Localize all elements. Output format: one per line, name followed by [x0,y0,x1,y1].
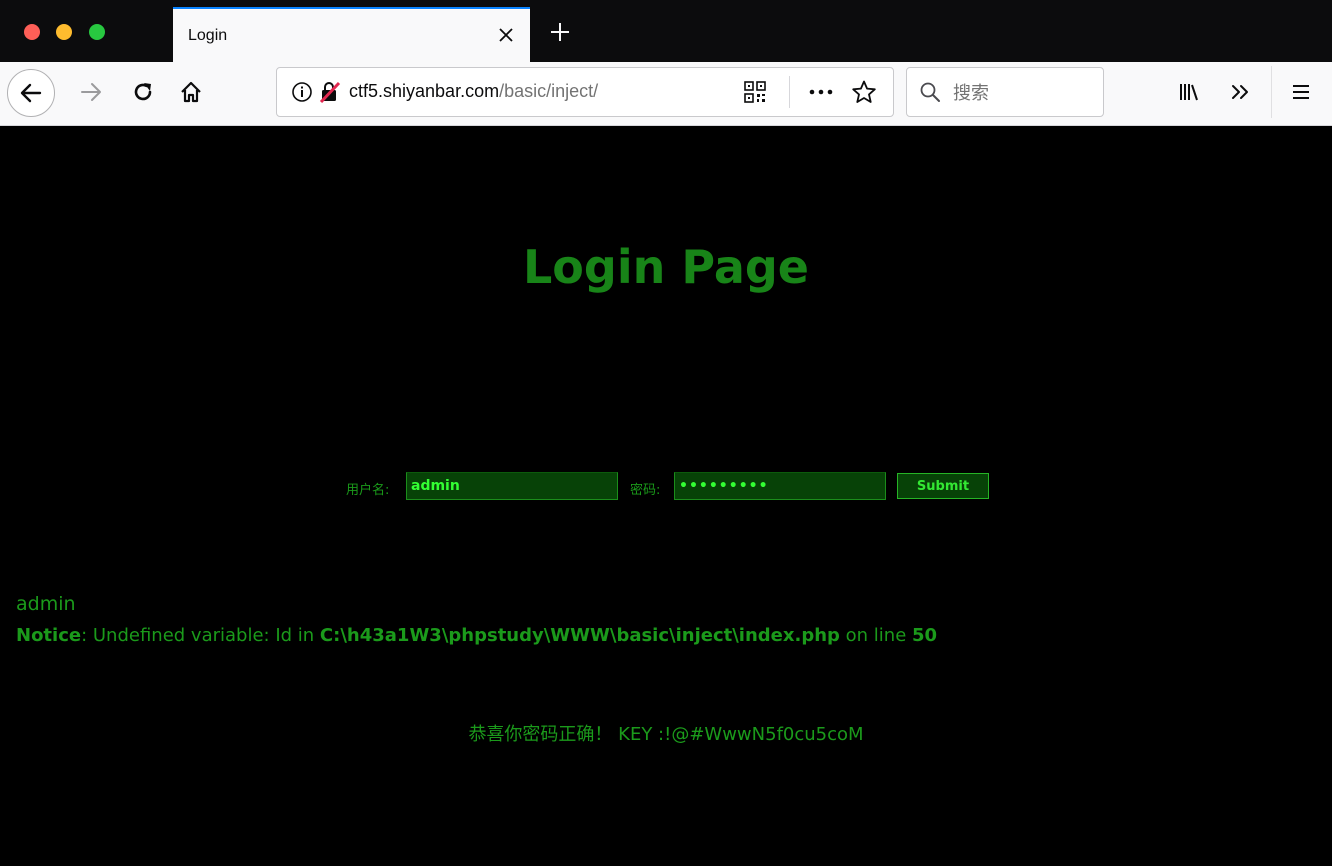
qr-code-icon[interactable] [743,80,767,104]
star-icon[interactable] [851,79,877,105]
login-form: 用户名: 密码: Submit [0,472,1332,502]
notice-line-number: 50 [912,625,938,646]
reload-button[interactable] [126,75,160,109]
toolbar-separator [1271,66,1272,118]
home-icon [181,81,201,103]
plus-icon[interactable] [548,20,572,44]
overflow-chevrons-icon[interactable] [1226,77,1256,107]
navigation-toolbar: ctf5.shiyanbar.com/basic/inject/ [0,62,1332,126]
url-host: ctf5.shiyanbar.com [349,81,500,101]
search-input[interactable] [951,78,1095,108]
library-icon[interactable] [1174,77,1204,107]
window-close-button[interactable] [24,24,40,40]
page-content: Login Page 用户名: 密码: Submit admin Notice:… [0,126,1332,866]
search-bar[interactable] [906,67,1104,117]
hamburger-menu-icon[interactable] [1286,77,1316,107]
username-field[interactable] [406,472,618,500]
page-title: Login Page [522,240,810,294]
php-notice: Notice: Undefined variable: Id in C:\h43… [16,625,937,646]
back-button[interactable] [7,69,55,117]
close-icon[interactable] [496,25,516,45]
tab-title: Login [188,27,228,44]
window-minimize-button[interactable] [56,24,72,40]
notice-text: : Undefined variable: Id in [81,625,320,646]
url-fade [649,74,689,110]
reload-icon [134,83,152,101]
search-icon [920,82,940,102]
info-icon[interactable] [291,81,313,103]
url-path: /basic/inject/ [499,81,599,101]
username-label: 用户名: [346,483,390,498]
notice-label: Notice [16,625,82,646]
forward-arrow-icon [81,83,101,101]
password-label: 密码: [630,483,661,498]
more-icon[interactable] [807,80,835,104]
window-maximize-button[interactable] [89,24,105,40]
tab-login[interactable]: Login [173,7,530,62]
password-field[interactable] [674,472,886,500]
insecure-lock-icon[interactable] [319,81,341,103]
tab-bar: Login [0,0,1332,62]
echoed-username: admin [16,593,76,615]
forward-button[interactable] [74,75,108,109]
notice-file-path: C:\h43a1W3\phpstudy\WWW\basic\inject\ind… [319,625,840,646]
url-text[interactable]: ctf5.shiyanbar.com/basic/inject/ [349,81,689,102]
url-bar[interactable]: ctf5.shiyanbar.com/basic/inject/ [276,67,894,117]
notice-text-line: on line [839,625,912,646]
back-arrow-icon [20,83,42,103]
result-message: 恭喜你密码正确！ KEY :!@#WwwN5f0cu5coM [468,724,864,745]
home-button[interactable] [174,75,208,109]
submit-button[interactable]: Submit [897,473,989,499]
url-separator [789,76,790,108]
